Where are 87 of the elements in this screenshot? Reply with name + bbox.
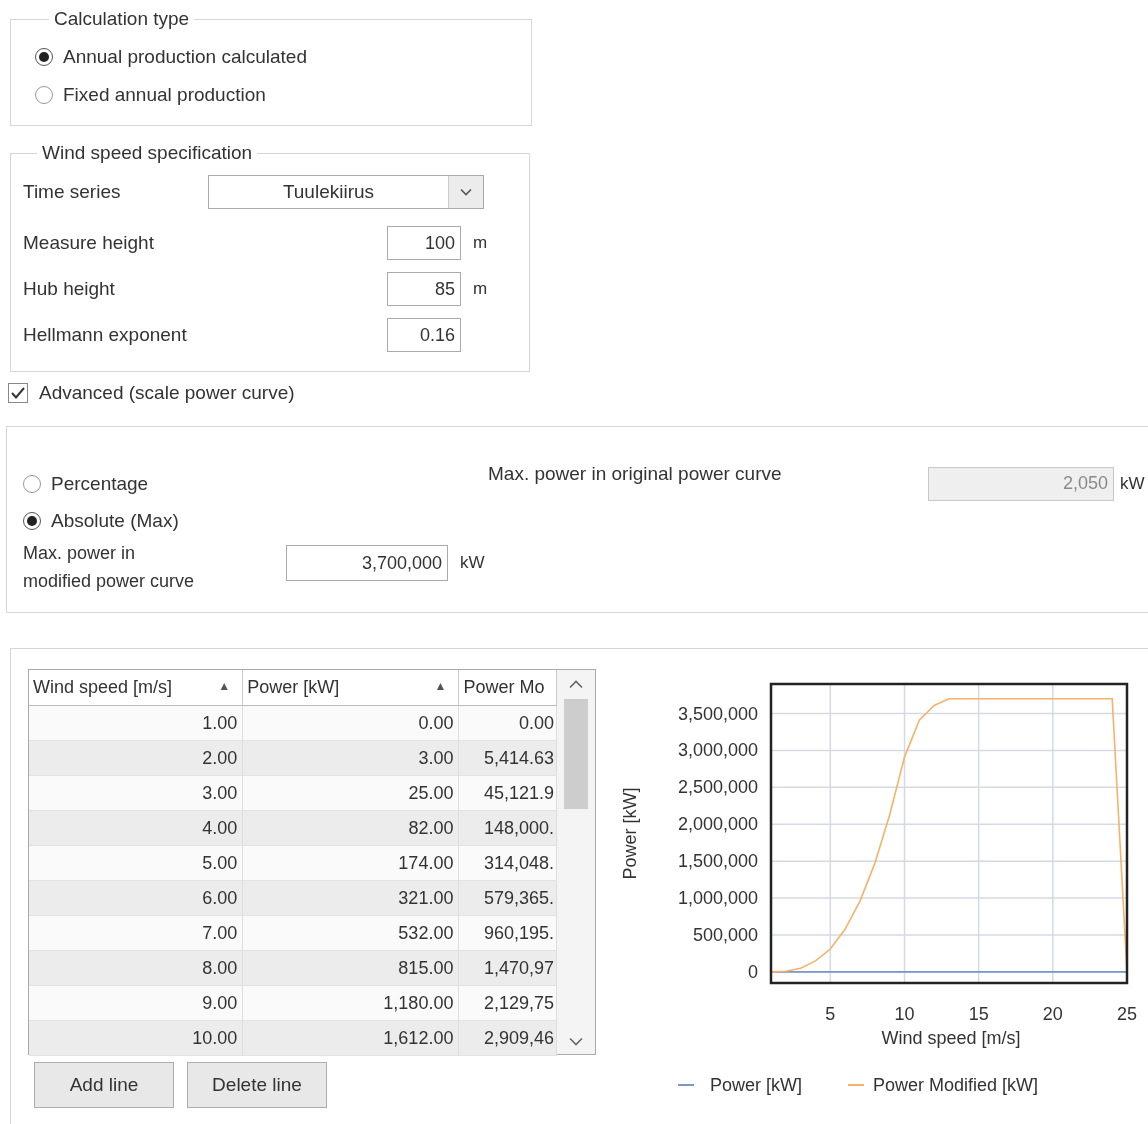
table-cell: 3.00 <box>29 775 243 811</box>
chevron-down-icon <box>460 188 472 196</box>
legend-item: Power [kW] <box>677 1075 802 1095</box>
table-cell: 0.00 <box>242 705 459 741</box>
unit-label: m <box>473 233 488 253</box>
radio-button[interactable]: Absolute (Max) <box>23 501 179 540</box>
table-cell: 2,129,75 <box>458 985 557 1021</box>
radio-button[interactable]: Percentage <box>23 464 488 503</box>
input-field[interactable]: 3,700,000 <box>286 545 448 581</box>
action-button[interactable]: Add line <box>34 1062 174 1108</box>
group-title: Wind speed specification <box>41 142 254 164</box>
tick-label: 20 <box>1042 1004 1063 1024</box>
table-cell: 25.00 <box>242 775 459 811</box>
table-cell: 4.00 <box>29 810 243 846</box>
tick-label: 15 <box>968 1004 989 1024</box>
table-cell: 0.00 <box>458 705 557 741</box>
unit-label: kW <box>1120 473 1145 494</box>
scrollbar-thumb[interactable] <box>564 699 588 809</box>
table-cell: 1,180.00 <box>242 985 459 1021</box>
table-cell: 1.00 <box>29 705 243 741</box>
table-cell: 8.00 <box>29 950 243 986</box>
tick-label: 3,500,000 <box>677 703 758 724</box>
column-header[interactable]: Power [kW] ▲ <box>242 670 459 706</box>
tick-label: 1,000,000 <box>677 888 758 909</box>
scroll-up-icon[interactable] <box>569 680 583 689</box>
table-cell: 5.00 <box>29 845 243 881</box>
table-cell: 321.00 <box>242 880 459 916</box>
unit-label: m <box>473 279 488 299</box>
input-field[interactable]: 100 <box>387 226 461 260</box>
checkmark-icon <box>10 386 26 400</box>
legend-item: Power Modified [kW] <box>847 1075 1039 1095</box>
table-cell: 1,470,97 <box>458 950 557 986</box>
table-cell: 2,909,46 <box>458 1020 557 1056</box>
table-cell: 815.00 <box>242 950 459 986</box>
axis-title: Power [kW] <box>620 787 640 880</box>
radio-indicator[interactable] <box>35 48 53 66</box>
scroll-down-icon[interactable] <box>569 1037 583 1046</box>
tick-label: 500,000 <box>692 925 758 945</box>
radio-button[interactable]: Annual production calculated <box>35 38 531 76</box>
tick-label: 3,000,000 <box>677 740 758 761</box>
table-cell: 148,000. <box>458 810 557 846</box>
radio-indicator[interactable] <box>23 511 41 530</box>
axis-title: Wind speed [m/s] <box>881 1028 1021 1048</box>
checkbox[interactable]: Advanced (scale power curve) <box>8 380 1148 406</box>
field-label: Max. power in modified power curve <box>23 542 196 593</box>
column-header[interactable]: Wind speed [m/s] ▲ <box>29 670 243 706</box>
table-cell: 174.00 <box>242 845 459 881</box>
unit-label: kW <box>460 553 485 573</box>
field-label: Hub height <box>23 278 116 300</box>
tick-label: 2,500,000 <box>677 777 758 798</box>
table-cell: 6.00 <box>29 880 243 916</box>
table-cell: 5,414.63 <box>458 740 557 776</box>
scrollbar[interactable] <box>557 670 595 1054</box>
table-cell: 532.00 <box>242 915 459 951</box>
tick-label: 10 <box>894 1004 915 1024</box>
time-series-dropdown[interactable]: Tuulekiirus <box>208 175 484 209</box>
table-cell: 314,048. <box>458 845 557 881</box>
table-cell: 7.00 <box>29 915 243 951</box>
sort-icon: ▲ <box>434 679 447 693</box>
field-label: Time series <box>23 181 122 203</box>
legend-label: Power [kW] <box>710 1075 803 1095</box>
column-header[interactable]: Power Mo <box>458 670 557 706</box>
input-field[interactable]: 0.16 <box>387 318 461 352</box>
radio-indicator[interactable] <box>35 86 53 104</box>
sort-icon: ▲ <box>218 679 231 693</box>
tick-label: 1,500,000 <box>677 851 758 872</box>
table-cell: 10.00 <box>29 1020 243 1056</box>
input-field[interactable]: 85 <box>387 272 461 306</box>
tick-label: 5 <box>825 1004 836 1024</box>
field-label: Measure height <box>23 232 155 254</box>
field-label: Hellmann exponent <box>23 324 188 346</box>
table-cell: 960,195. <box>458 915 557 951</box>
action-button[interactable]: Delete line <box>187 1062 327 1108</box>
radio-indicator[interactable] <box>23 474 41 493</box>
tick-label: 2,000,000 <box>677 814 758 835</box>
radio-button[interactable]: Fixed annual production <box>35 76 531 114</box>
table-cell: 579,365. <box>458 880 557 916</box>
group-title: Calculation type <box>53 8 191 30</box>
table-cell: 1,612.00 <box>242 1020 459 1056</box>
table-cell: 3.00 <box>242 740 459 776</box>
table-cell: 45,121.9 <box>458 775 557 811</box>
field-label: Max. power in original power curve <box>488 463 783 485</box>
table-cell: 9.00 <box>29 985 243 1021</box>
tick-label: 0 <box>748 961 758 982</box>
tick-label: 25 <box>1117 1004 1137 1024</box>
table-cell: 82.00 <box>242 810 459 846</box>
table-cell: 2.00 <box>29 740 243 776</box>
